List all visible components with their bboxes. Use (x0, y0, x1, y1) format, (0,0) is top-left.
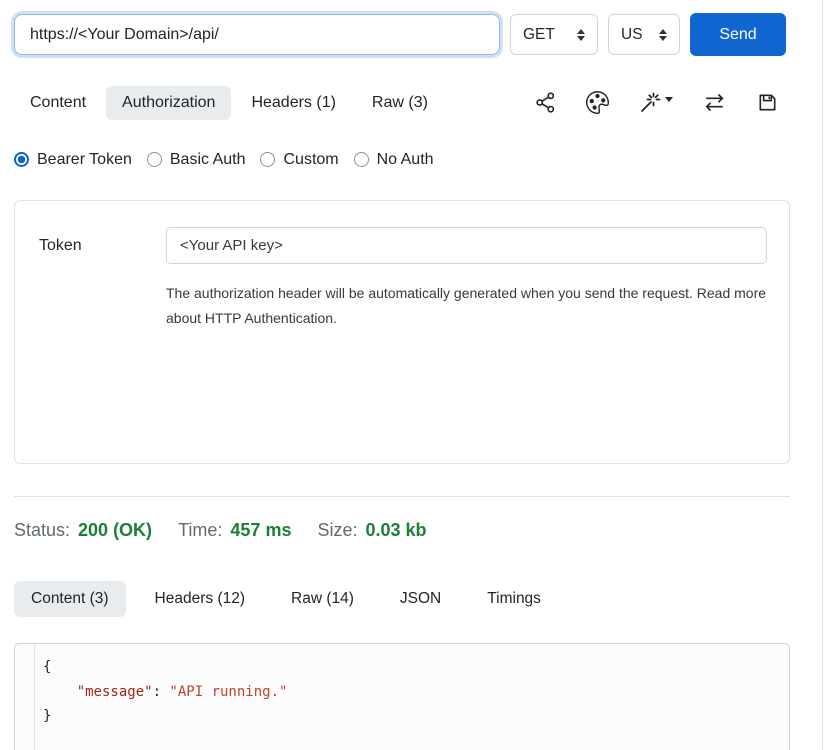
radio-label: Bearer Token (37, 151, 132, 169)
radio-label: No Auth (377, 151, 434, 169)
magic-wand-icon[interactable] (638, 91, 673, 115)
json-line: { (43, 655, 287, 680)
method-select[interactable]: GET (510, 14, 598, 55)
size-value: 0.03 kb (366, 520, 427, 541)
region-select[interactable]: US (608, 14, 680, 55)
method-select-value: GET (523, 26, 555, 44)
radio-custom[interactable]: Custom (260, 151, 338, 169)
status-group: Status: 200 (OK) (14, 520, 152, 541)
radio-unselected-icon (147, 152, 162, 167)
auth-panel: Token The authorization header will be a… (14, 200, 790, 464)
share-icon[interactable] (534, 91, 557, 114)
scrollbar-track[interactable] (822, 0, 823, 750)
request-tabs: Content Authorization Headers (1) Raw (3… (14, 86, 444, 120)
request-bar: GET US Send (14, 0, 790, 56)
resp-tab-content[interactable]: Content (3) (14, 581, 126, 617)
json-line: } (43, 704, 287, 729)
auth-type-radios: Bearer Token Basic Auth Custom No Auth (14, 147, 790, 172)
tab-headers[interactable]: Headers (1) (235, 86, 351, 120)
url-input[interactable] (14, 14, 500, 55)
time-label: Time: (178, 520, 222, 541)
tab-content[interactable]: Content (14, 86, 102, 120)
section-divider (14, 496, 790, 497)
region-select-value: US (621, 26, 643, 44)
response-body-panel: { "message": "API running." } (14, 643, 790, 750)
request-toolbar (534, 90, 790, 115)
radio-unselected-icon (354, 152, 369, 167)
radio-basic-auth[interactable]: Basic Auth (147, 151, 246, 169)
radio-label: Custom (283, 151, 338, 169)
updown-arrows-icon (659, 29, 667, 41)
updown-arrows-icon (577, 29, 585, 41)
radio-label: Basic Auth (170, 151, 246, 169)
time-group: Time: 457 ms (178, 520, 291, 541)
response-status-row: Status: 200 (OK) Time: 457 ms Size: 0.03… (14, 520, 790, 541)
status-label: Status: (14, 520, 70, 541)
radio-no-auth[interactable]: No Auth (354, 151, 434, 169)
save-icon[interactable] (756, 91, 779, 114)
response-tabs: Content (3) Headers (12) Raw (14) JSON T… (14, 581, 790, 617)
json-value: "API running." (169, 684, 287, 700)
api-client-page: GET US Send Content Authorization Header… (0, 0, 837, 750)
chevron-down-icon (665, 97, 673, 102)
radio-bearer-token[interactable]: Bearer Token (14, 151, 132, 169)
token-input[interactable] (166, 227, 767, 264)
resp-tab-timings[interactable]: Timings (470, 581, 558, 617)
token-label: Token (39, 237, 166, 255)
size-label: Size: (317, 520, 357, 541)
size-group: Size: 0.03 kb (317, 520, 426, 541)
palette-icon[interactable] (586, 91, 609, 114)
radio-unselected-icon (260, 152, 275, 167)
auth-help-text: The authorization header will be automat… (166, 281, 767, 331)
swap-arrows-icon[interactable] (702, 90, 727, 115)
resp-tab-headers[interactable]: Headers (12) (138, 581, 262, 617)
resp-tab-json[interactable]: JSON (383, 581, 458, 617)
json-key: "message" (77, 684, 153, 700)
tab-authorization[interactable]: Authorization (106, 86, 231, 120)
response-json: { "message": "API running." } (35, 644, 287, 750)
status-value: 200 (OK) (78, 520, 152, 541)
send-button[interactable]: Send (690, 13, 786, 56)
time-value: 457 ms (230, 520, 291, 541)
resp-tab-raw[interactable]: Raw (14) (274, 581, 371, 617)
radio-selected-icon (14, 152, 29, 167)
tab-raw[interactable]: Raw (3) (356, 86, 444, 120)
json-line: "message": "API running." (43, 680, 287, 705)
code-gutter (15, 644, 35, 750)
request-tabs-row: Content Authorization Headers (1) Raw (3… (14, 84, 790, 121)
